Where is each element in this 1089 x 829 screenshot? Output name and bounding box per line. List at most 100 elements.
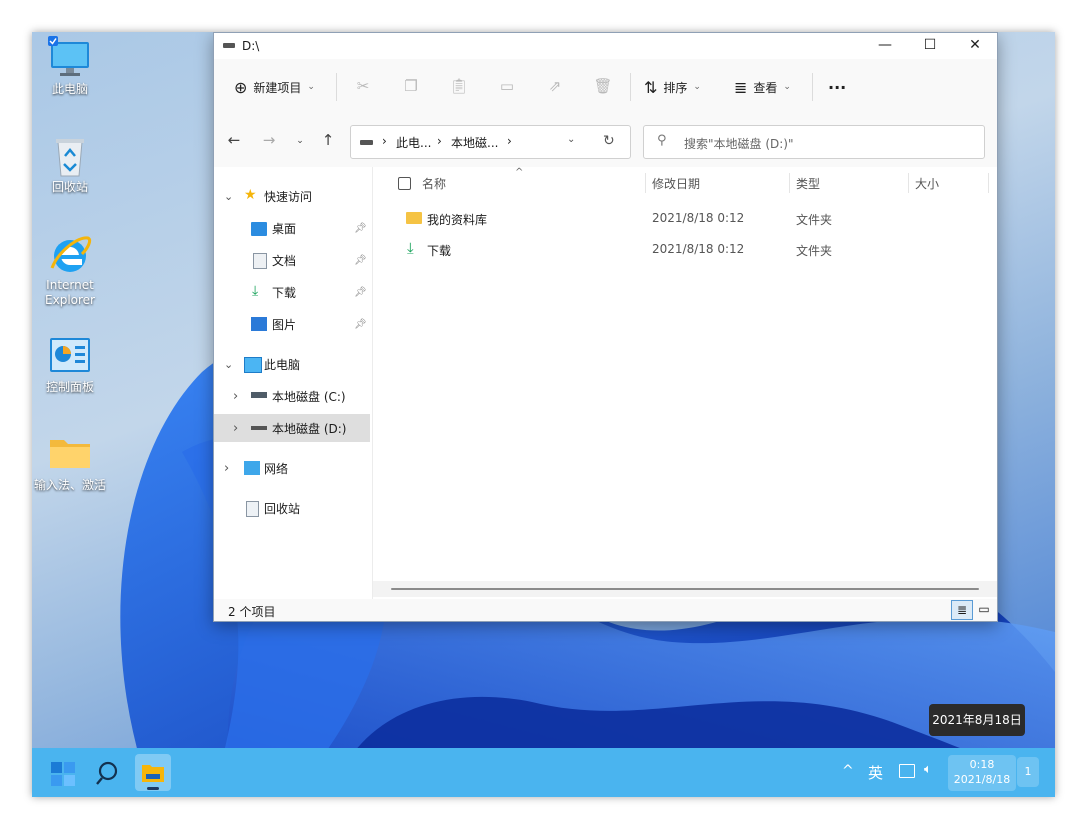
start-button[interactable] — [51, 762, 75, 786]
control-panel-icon — [48, 334, 92, 378]
item-count: 2 个项目 — [228, 605, 276, 619]
recycle-bin-icon — [246, 501, 259, 517]
column-separator[interactable] — [789, 173, 790, 193]
refresh-icon[interactable]: ↻ — [603, 133, 615, 149]
chevron-right-icon[interactable]: › — [233, 421, 238, 436]
notification-badge[interactable]: 1 — [1017, 757, 1039, 787]
forward-arrow-icon[interactable]: → — [259, 131, 279, 149]
volume-icon[interactable]: 🔈︎ — [924, 762, 932, 777]
column-header-modified[interactable]: 修改日期 — [652, 175, 700, 192]
column-header-name[interactable]: 名称 — [422, 175, 446, 192]
search-input[interactable]: 搜索"本地磁盘 (D:)" — [684, 135, 794, 152]
desktop-icon-control-panel[interactable]: 控制面板 — [32, 334, 108, 395]
desktop-icon-label: Internet Explorer — [45, 278, 95, 307]
large-icons-view-icon[interactable]: ▭ — [974, 600, 994, 618]
rename-icon[interactable]: ▭ — [496, 77, 518, 97]
pin-icon[interactable]: 📌︎ — [354, 319, 367, 330]
search-box[interactable]: ⚲ 搜索"本地磁盘 (D:)" — [643, 125, 985, 159]
maximize-button[interactable]: ☐ — [907, 33, 953, 59]
address-bar[interactable]: › 此电... › 本地磁... › ⌄ ↻ — [350, 125, 631, 159]
breadcrumb-drive[interactable]: 本地磁... — [451, 134, 498, 151]
delete-icon[interactable]: 🗑︎ — [592, 77, 614, 97]
chevron-down-icon[interactable]: ⌄ — [224, 190, 233, 203]
new-item-button[interactable]: ⊕ 新建项目 ⌄ — [234, 59, 315, 115]
select-all-checkbox[interactable] — [398, 177, 411, 190]
chevron-down-icon[interactable]: ⌄ — [224, 358, 233, 371]
view-button[interactable]: ≣ 查看 ⌄ — [734, 59, 791, 115]
sidebar-item-recycle-bin[interactable]: 回收站 — [214, 494, 370, 522]
sidebar-item-this-pc[interactable]: ⌄ 此电脑 — [214, 350, 370, 378]
desktop-icon-recycle-bin[interactable]: 回收站 — [32, 134, 108, 195]
address-dropdown-icon[interactable]: ⌄ — [567, 134, 575, 145]
column-separator[interactable] — [988, 173, 989, 193]
sidebar-item-documents[interactable]: 文档 📌︎ — [214, 246, 370, 274]
internet-explorer-icon — [48, 232, 92, 276]
column-header-size[interactable]: 大小 — [915, 175, 939, 192]
breadcrumb-this-pc[interactable]: 此电... — [396, 134, 431, 151]
chevron-up-icon[interactable]: ^ — [842, 763, 854, 779]
chevron-right-icon[interactable]: › — [224, 461, 229, 476]
view-label: 查看 — [753, 80, 778, 95]
column-header-type[interactable]: 类型 — [796, 175, 820, 192]
view-list-icon: ≣ — [734, 77, 748, 97]
horizontal-scrollbar[interactable] — [373, 581, 997, 597]
navigation-pane: ⌄ ★ 快速访问 桌面 📌︎ 文档 📌︎ ⤓ 下载 📌︎ 图片 📌︎ ⌄ 此电脑… — [214, 167, 373, 599]
sidebar-item-label: 快速访问 — [264, 189, 313, 204]
column-separator[interactable] — [645, 173, 646, 193]
desktop-folder-icon — [251, 222, 267, 236]
recycle-bin-icon — [48, 134, 92, 178]
file-name: 我的资料库 — [427, 213, 488, 227]
pin-icon[interactable]: 📌︎ — [354, 223, 367, 234]
breadcrumb-separator-icon: › — [507, 134, 512, 148]
copy-icon[interactable]: ❐ — [400, 77, 422, 97]
sort-icon: ⇅ — [644, 77, 658, 97]
sidebar-item-drive-c[interactable]: › 本地磁盘 (C:) — [214, 382, 370, 410]
paste-icon[interactable]: 📋︎ — [448, 77, 470, 97]
network-icon — [244, 461, 260, 475]
details-view-icon[interactable]: ≣ — [951, 600, 973, 620]
more-options-button[interactable]: ··· — [828, 59, 846, 115]
plus-circle-icon: ⊕ — [234, 77, 248, 97]
share-icon[interactable]: ⇗ — [544, 77, 566, 97]
column-separator[interactable] — [908, 173, 909, 193]
sidebar-item-downloads[interactable]: ⤓ 下载 📌︎ — [214, 278, 370, 306]
desktop-icon-internet-explorer[interactable]: Internet Explorer — [32, 232, 108, 308]
pin-icon[interactable]: 📌︎ — [354, 287, 367, 298]
file-modified: 2021/8/18 0:12 — [652, 211, 745, 225]
table-row[interactable]: ⤓ 下载 2021/8/18 0:12 文件夹 — [373, 234, 997, 264]
folder-icon — [142, 765, 164, 782]
cut-icon[interactable]: ✂ — [352, 77, 374, 97]
back-arrow-icon[interactable]: ← — [224, 131, 244, 149]
scrollbar-thumb[interactable] — [391, 588, 979, 590]
taskbar: ^ 英 🔈︎ 0:18 2021/8/18 1 — [32, 748, 1055, 797]
sidebar-item-pictures[interactable]: 图片 📌︎ — [214, 310, 370, 338]
table-row[interactable]: 我的资料库 2021/8/18 0:12 文件夹 — [373, 203, 997, 233]
chevron-right-icon[interactable]: › — [233, 389, 238, 404]
up-arrow-icon[interactable]: ↑ — [318, 131, 338, 149]
sidebar-item-label: 本地磁盘 (C:) — [272, 389, 346, 404]
chevron-down-icon: ⌄ — [307, 82, 315, 92]
sort-button[interactable]: ⇅ 排序 ⌄ — [644, 59, 701, 115]
sort-caret-icon: ^ — [515, 167, 524, 178]
file-type: 文件夹 — [796, 213, 833, 227]
active-app-indicator — [147, 787, 159, 790]
file-explorer-taskbar-button[interactable] — [135, 754, 171, 791]
clock[interactable]: 0:18 2021/8/18 — [948, 755, 1016, 791]
close-button[interactable]: ✕ — [952, 33, 998, 59]
title-bar[interactable]: D:\ — ☐ ✕ — [214, 33, 997, 59]
ime-indicator[interactable]: 英 — [868, 762, 883, 783]
minimize-button[interactable]: — — [862, 33, 908, 59]
sidebar-item-network[interactable]: › 网络 — [214, 454, 370, 482]
desktop-icon-this-pc[interactable]: 此电脑 — [32, 36, 108, 97]
network-icon[interactable] — [899, 764, 915, 778]
sidebar-item-label: 桌面 — [272, 221, 297, 236]
pin-icon[interactable]: 📌︎ — [354, 255, 367, 266]
sidebar-item-drive-d[interactable]: › 本地磁盘 (D:) — [214, 414, 370, 442]
desktop-icon-folder-ime[interactable]: 输入法、激活 — [32, 432, 108, 493]
sidebar-item-quick-access[interactable]: ⌄ ★ 快速访问 — [214, 182, 370, 210]
toolbar-separator — [336, 73, 337, 101]
drive-icon — [360, 140, 373, 145]
search-taskbar-button[interactable] — [96, 760, 122, 786]
sidebar-item-desktop[interactable]: 桌面 📌︎ — [214, 214, 370, 242]
recent-locations-icon[interactable]: ⌄ — [290, 136, 310, 146]
